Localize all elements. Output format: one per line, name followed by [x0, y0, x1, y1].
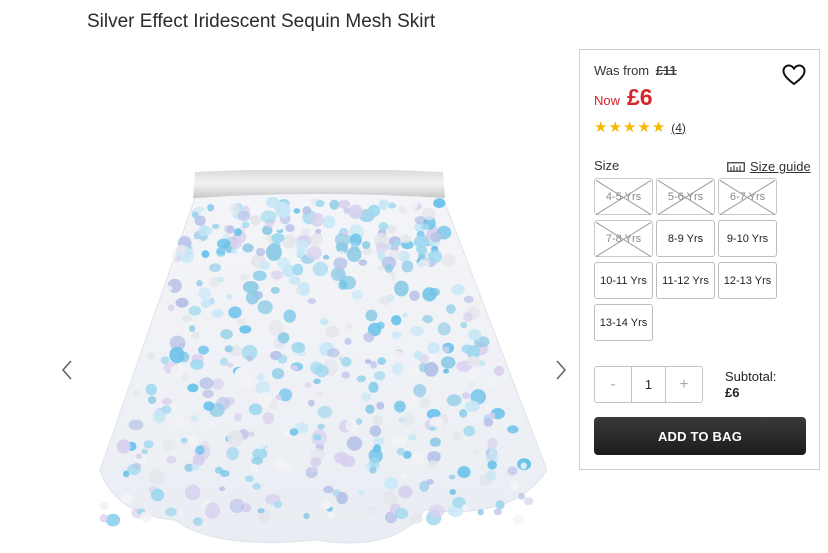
ruler-icon: [727, 161, 745, 172]
quantity-stepper: - +: [594, 366, 703, 403]
size-option[interactable]: 10-11 Yrs: [594, 262, 653, 299]
star-icon: ★: [637, 119, 651, 136]
star-icon: ★: [651, 119, 666, 136]
wishlist-button[interactable]: [782, 64, 806, 86]
add-to-bag-button[interactable]: ADD TO BAG: [594, 417, 806, 455]
product-title: Silver Effect Iridescent Sequin Mesh Ski…: [87, 11, 436, 32]
star-icon: ★: [622, 119, 637, 136]
size-option[interactable]: 11-12 Yrs: [656, 262, 715, 299]
size-option[interactable]: 12-13 Yrs: [718, 262, 777, 299]
review-count-link[interactable]: (4): [671, 121, 686, 135]
size-option[interactable]: 13-14 Yrs: [594, 304, 653, 341]
size-option: 5-6 Yrs: [656, 178, 715, 215]
purchase-panel: Was from £11 Now £6 ★ ★ ★ ★ ★ (4) Size Size …: [579, 49, 820, 470]
chevron-left-icon: [61, 360, 72, 380]
size-option[interactable]: 9-10 Yrs: [718, 220, 777, 257]
was-label: Was from: [594, 63, 650, 78]
subtotal-value: £6: [725, 385, 740, 400]
star-icon: ★: [594, 119, 608, 136]
subtotal-label: Subtotal:: [725, 369, 777, 384]
size-option[interactable]: 8-9 Yrs: [656, 220, 715, 257]
size-option: 6-7 Yrs: [718, 178, 777, 215]
now-label: Now: [594, 93, 621, 108]
size-option: 4-5 Yrs: [594, 178, 653, 215]
heart-icon: [782, 64, 806, 86]
increment-button[interactable]: +: [666, 367, 702, 402]
decrement-button[interactable]: -: [595, 367, 631, 402]
star-icon: ★: [608, 119, 622, 136]
was-price: £11: [655, 63, 677, 78]
rating-row: ★ ★ ★ ★ ★ (4): [594, 120, 686, 135]
now-price-row: Now £6: [594, 84, 653, 111]
quantity-input[interactable]: [631, 367, 666, 402]
carousel-prev-button[interactable]: [56, 357, 78, 383]
size-option: 7-8 Yrs: [594, 220, 653, 257]
size-options: 4-5 Yrs 5-6 Yrs 6-7 Yrs 7-8 Yrs 8-9 Yrs 9-10 …: [594, 178, 784, 341]
chevron-right-icon: [556, 360, 567, 380]
star-rating: ★ ★ ★ ★ ★: [594, 120, 665, 135]
size-guide-label: Size guide: [750, 159, 811, 174]
was-price-row: Was from £11: [594, 63, 677, 78]
size-label: Size: [594, 158, 620, 173]
carousel-next-button[interactable]: [550, 357, 572, 383]
now-price: £6: [627, 84, 653, 110]
sequin-skirt-image: [99, 170, 547, 544]
size-guide-link[interactable]: Size guide: [727, 159, 811, 174]
subtotal: Subtotal: £6: [725, 369, 776, 401]
